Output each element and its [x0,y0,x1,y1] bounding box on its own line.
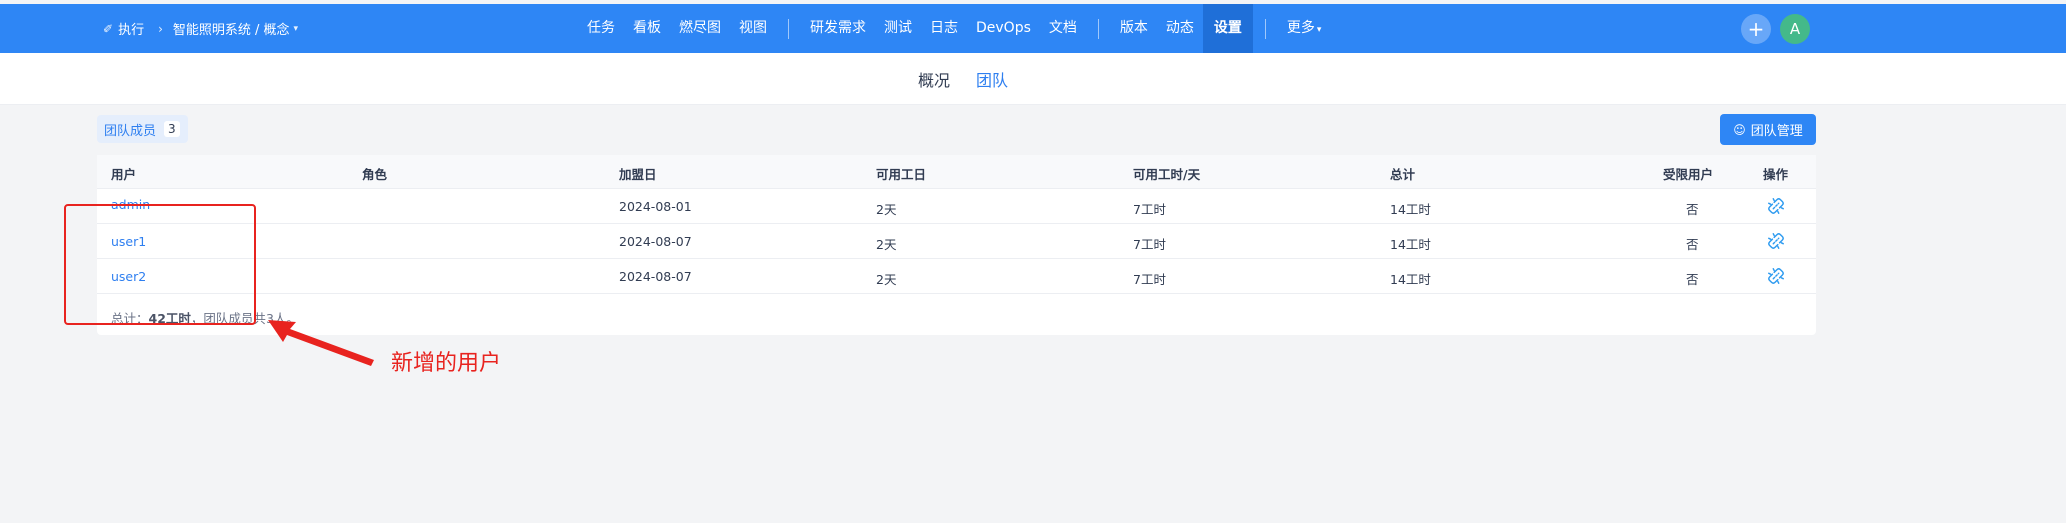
col-role[interactable]: 角色 [362,164,387,183]
unlink-member-button[interactable] [1767,267,1785,288]
sub-navbar [0,53,2066,105]
team-manage-button[interactable]: ☺ 团队管理 [1720,114,1816,145]
col-restricted[interactable]: 受限用户 [1663,164,1713,183]
team-members-tab[interactable]: 团队成员 3 [97,115,188,143]
total-cell: 14工时 [1390,237,1431,252]
summary-suffix: 人。 [273,311,299,326]
unlink-icon [1768,198,1784,214]
hours-per-day-cell: 7工时 [1133,202,1166,217]
team-manage-label: 团队管理 [1750,124,1803,139]
work-days-cell: 2天 [876,237,897,252]
hours-per-day-cell: 7工时 [1133,237,1166,252]
avatar[interactable]: A [1780,14,1810,44]
main-nav: 任务 看板 燃尽图 视图 研发需求 测试 日志 DevOps 文档 版本 动态 … [578,4,1330,53]
col-user[interactable]: 用户 [111,164,136,183]
chevron-down-icon: ▾ [1316,25,1322,35]
unlink-icon [1768,268,1784,284]
nav-divider [788,18,789,39]
project-selector[interactable]: 智能照明系统 / 概念 [173,19,290,38]
annotation-highlight-box [64,204,256,325]
tab-team[interactable]: 团队 [976,67,1008,91]
table-row: user2 2024-08-07 2天 7工时 14工时 否 [97,259,1816,294]
team-members-label: 团队成员 [104,123,157,139]
col-hours-per-day[interactable]: 可用工时/天 [1133,164,1200,183]
nav-testing[interactable]: 测试 [875,4,921,53]
sub-nav-tabs: 概况 团队 [918,53,1008,105]
nav-docs[interactable]: 文档 [1040,4,1086,53]
nav-divider [1097,18,1099,39]
work-days-cell: 2天 [876,272,897,287]
execution-icon: ✐ [103,21,114,36]
table-row: user1 2024-08-07 2天 7工时 14工时 否 [97,224,1816,259]
nav-log[interactable]: 日志 [921,4,967,53]
breadcrumb-section[interactable]: 执行 [118,19,144,38]
annotation-label: 新增的用户 [391,351,502,376]
tab-overview[interactable]: 概况 [918,67,950,91]
total-cell: 14工时 [1390,202,1431,217]
restricted-cell: 否 [1686,237,1699,252]
col-work-days[interactable]: 可用工日 [876,164,926,183]
nav-kanban[interactable]: 看板 [624,4,670,53]
top-navbar: ✐ 执行 › 智能照明系统 / 概念 ▾ 任务 看板 燃尽图 视图 研发需求 测… [0,4,2066,53]
nav-version[interactable]: 版本 [1111,4,1157,53]
unlink-member-button[interactable] [1767,232,1785,253]
col-total[interactable]: 总计 [1390,164,1415,183]
nav-divider [1264,18,1266,39]
nav-activity[interactable]: 动态 [1157,4,1203,53]
hours-per-day-cell: 7工时 [1133,272,1166,287]
col-actions: 操作 [1763,167,1789,182]
unlink-icon [1768,233,1784,249]
join-date-cell: 2024-08-07 [619,234,692,249]
topbar-actions: + A [1741,14,1810,44]
total-cell: 14工时 [1390,272,1431,287]
restricted-cell: 否 [1686,202,1699,217]
plus-icon: + [1747,17,1765,41]
join-date-cell: 2024-08-07 [619,269,692,284]
team-table: 用户 角色 加盟日 可用工日 可用工时/天 总计 受限用户 操作 admin 2… [97,155,1816,335]
nav-burndown[interactable]: 燃尽图 [670,4,730,53]
restricted-cell: 否 [1686,272,1699,287]
unlink-member-button[interactable] [1767,197,1785,218]
col-join-date[interactable]: 加盟日 [619,164,657,183]
nav-more[interactable]: 更多 ▾ [1278,4,1331,53]
member-count-badge: 3 [164,121,180,137]
summary-count: 3 [265,311,274,326]
table-row: admin 2024-08-01 2天 7工时 14工时 否 [97,189,1816,224]
nav-tasks[interactable]: 任务 [578,4,624,53]
work-days-cell: 2天 [876,202,897,217]
nav-settings[interactable]: 设置 [1202,4,1253,53]
chevron-right-icon: › [158,21,163,36]
table-header: 用户 角色 加盟日 可用工日 可用工时/天 总计 受限用户 操作 [97,155,1816,189]
join-date-cell: 2024-08-01 [619,199,692,214]
nav-requirements[interactable]: 研发需求 [801,4,875,53]
chevron-down-icon: ▾ [293,23,299,34]
nav-view[interactable]: 视图 [730,4,776,53]
breadcrumb: ✐ 执行 › 智能照明系统 / 概念 ▾ [103,4,298,53]
create-button[interactable]: + [1741,14,1771,44]
user-icon: ☺ [1733,122,1746,137]
nav-devops[interactable]: DevOps [967,4,1040,53]
nav-more-label: 更多 [1286,20,1315,36]
